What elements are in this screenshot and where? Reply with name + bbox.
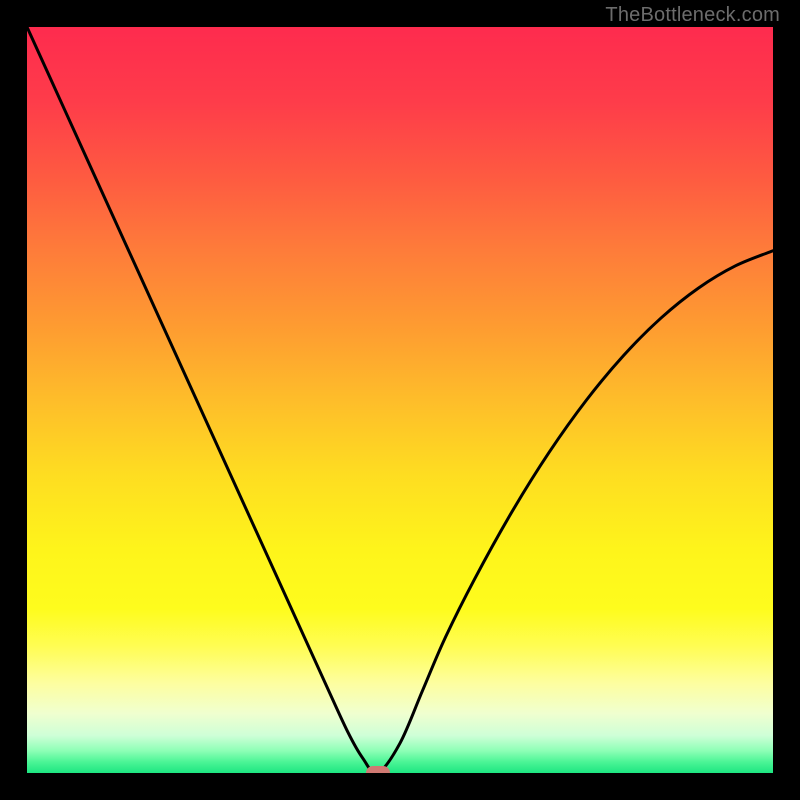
bottleneck-curve xyxy=(27,27,773,773)
chart-stage: TheBottleneck.com xyxy=(0,0,800,800)
watermark-text: TheBottleneck.com xyxy=(605,4,780,27)
curve-path xyxy=(27,27,773,773)
plot-area xyxy=(27,27,773,773)
minimum-marker xyxy=(366,766,390,773)
